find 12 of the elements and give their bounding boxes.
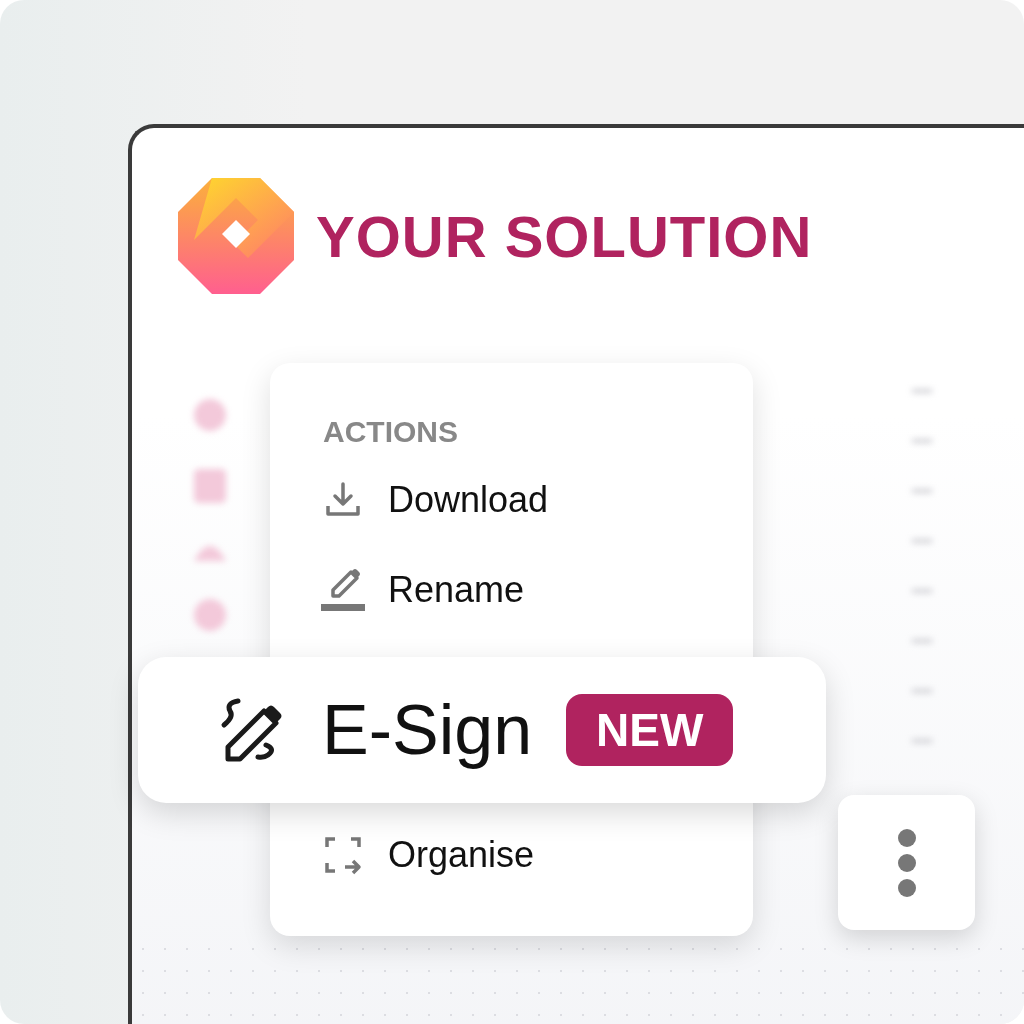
menu-item[interactable]: Organise (318, 810, 753, 900)
signature-pen-icon (218, 697, 284, 763)
app-title: YOUR SOLUTION (316, 202, 813, 270)
more-button[interactable] (838, 795, 975, 930)
more-icon (896, 827, 917, 898)
logo-icon (178, 178, 294, 294)
menu-heading: ACTIONS (323, 415, 459, 450)
e-sign-item[interactable]: E-Sign NEW (138, 657, 826, 803)
new-badge: NEW (566, 694, 734, 766)
menu-item[interactable]: Rename (318, 545, 753, 635)
pencil-icon (318, 568, 368, 612)
menu-item[interactable]: Download (318, 455, 753, 545)
